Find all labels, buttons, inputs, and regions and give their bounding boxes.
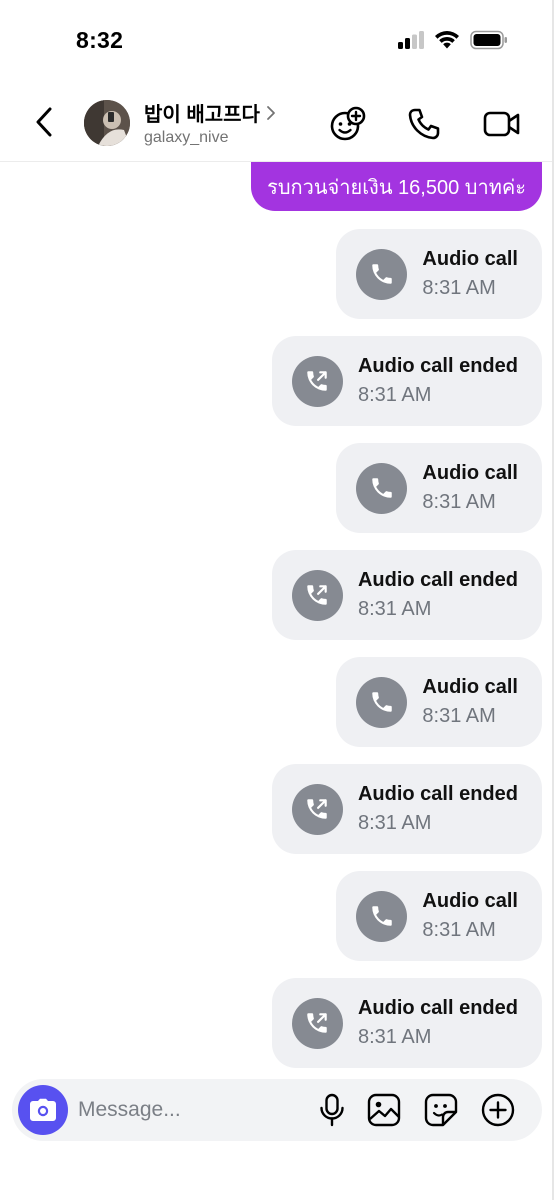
plus-circle-icon [481,1093,515,1127]
contact-username: galaxy_nive [144,129,229,146]
battery-icon [470,30,508,55]
audio-call-button[interactable] [404,104,444,144]
call-icon-circle [291,569,343,621]
phone-outgoing-icon [307,799,328,819]
contact-name-text: 밥이 배고프다 [144,104,260,126]
phone-outgoing-icon [307,585,328,605]
call-icon-circle [356,676,408,728]
call-title: Audio call [422,676,518,698]
call-title: Audio call ended [357,783,518,805]
call-icon-circle [291,783,343,835]
phone-icon [408,108,440,140]
call-time: 8:31 AM [357,598,432,620]
contact-name[interactable]: 밥이 배고프다 [144,98,276,127]
more-options-button[interactable] [480,1092,516,1128]
call-title: Audio call [422,462,518,484]
phone-outgoing-icon [307,371,328,391]
call-icon-circle [356,890,408,942]
camera-icon [30,1098,56,1121]
call-log-bubble[interactable]: Audio call ended 8:31 AM [271,550,542,640]
call-time: 8:31 AM [357,812,432,834]
phone-icon [372,906,392,926]
phone-icon [372,478,392,498]
phone-icon [372,264,392,284]
message-composer [12,1079,542,1141]
call-icon-circle [356,462,408,514]
message-text: รบกวนจ่ายเงิน 16,500 บาทค่ะ [267,176,526,199]
call-log-bubble[interactable]: Audio call 8:31 AM [336,871,542,961]
call-log-bubble[interactable]: Audio call 8:31 AM [336,229,542,319]
camera-button[interactable] [18,1085,68,1135]
gallery-button[interactable] [366,1092,402,1128]
message-thread[interactable]: รบกวนจ่ายเงิน 16,500 บาทค่ะ Audio call 8… [0,162,554,1072]
chevron-right-icon [267,105,275,120]
message-input[interactable] [78,1091,298,1129]
call-time: 8:31 AM [422,919,496,941]
sticker-button[interactable] [423,1092,459,1128]
call-time: 8:31 AM [357,384,432,406]
image-icon [367,1093,401,1127]
avatar[interactable] [84,100,130,146]
back-button[interactable] [28,104,60,140]
status-bar: 8:32 [0,0,554,84]
add-emoji-icon [330,106,366,141]
status-time: 8:32 [76,27,124,53]
message-bubble[interactable]: รบกวนจ่ายเงิน 16,500 บาทค่ะ [251,162,542,211]
status-icons [398,30,508,55]
call-title: Audio call [422,248,518,270]
back-chevron-icon [36,107,52,137]
call-time: 8:31 AM [422,491,496,513]
call-time: 8:31 AM [422,277,496,299]
call-title: Audio call ended [357,997,518,1019]
call-title: Audio call ended [357,569,518,591]
video-call-button[interactable] [482,104,522,144]
add-emoji-button[interactable] [328,104,368,144]
call-log-bubble[interactable]: Audio call 8:31 AM [336,657,542,747]
call-log-bubble[interactable]: Audio call ended 8:31 AM [271,336,542,426]
video-camera-icon [483,111,520,137]
call-title: Audio call ended [357,355,518,377]
cellular-signal-icon [398,31,424,54]
phone-outgoing-icon [307,1013,328,1033]
call-icon-circle [291,355,343,407]
call-log-bubble[interactable]: Audio call 8:31 AM [336,443,542,533]
call-icon-circle [356,248,408,300]
call-time: 8:31 AM [422,705,496,727]
conversation-header: 밥이 배고프다 galaxy_nive [0,84,554,162]
call-time: 8:31 AM [357,1026,432,1048]
microphone-icon [320,1093,344,1127]
call-log-bubble[interactable]: Audio call ended 8:31 AM [271,764,542,854]
call-log-bubble[interactable]: Audio call ended 8:31 AM [271,978,542,1068]
wifi-icon [434,30,460,55]
call-icon-circle [291,997,343,1049]
sticker-icon [424,1093,458,1127]
call-title: Audio call [422,890,518,912]
phone-icon [372,692,392,712]
voice-message-button[interactable] [314,1092,350,1128]
